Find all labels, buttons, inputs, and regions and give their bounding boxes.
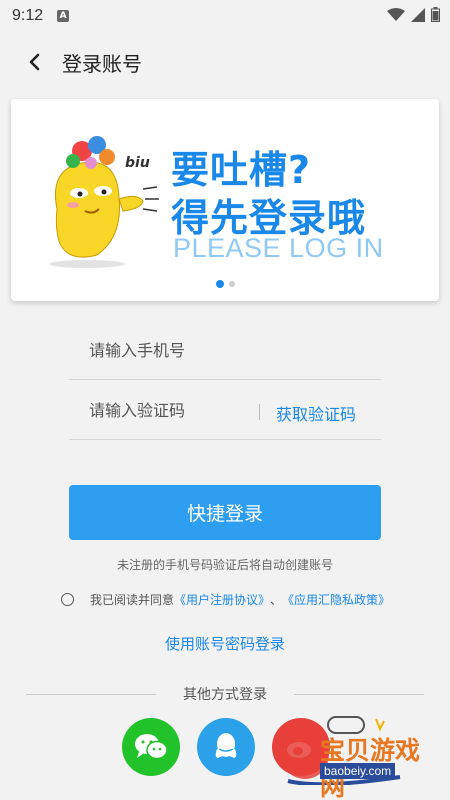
mascot-image: biu	[49, 136, 159, 268]
pagination-dot[interactable]	[228, 281, 235, 287]
banner-pagination	[11, 280, 439, 288]
phone-input[interactable]	[69, 341, 249, 360]
get-code-button[interactable]: 获取验证码	[276, 401, 356, 425]
status-time: 9:12	[12, 7, 44, 24]
account-password-login-link[interactable]: 使用账号密码登录	[0, 633, 450, 654]
page-title: 登录账号	[62, 51, 142, 76]
qq-login-button[interactable]	[197, 718, 255, 776]
status-right-icons	[387, 7, 440, 22]
pagination-dot-active[interactable]	[215, 280, 224, 288]
notification-icon: A	[57, 10, 70, 22]
phone-field	[69, 322, 381, 380]
promo-banner[interactable]: biu 要吐槽? 得先登录哦 PLEASE LOG IN	[11, 99, 439, 301]
privacy-policy-link[interactable]: 《应用汇隐私政策》	[282, 591, 390, 608]
wechat-login-button[interactable]	[122, 718, 180, 776]
svg-text:biu: biu	[125, 155, 150, 171]
other-login-divider: 其他方式登录	[26, 684, 424, 704]
field-divider	[259, 404, 260, 420]
watermark-url: baobeiy.com	[320, 763, 396, 779]
status-bar: 9:12 A	[0, 0, 450, 32]
wifi-icon	[387, 7, 405, 21]
signal-icon	[411, 7, 425, 22]
register-hint: 未注册的手机号码验证后将自动创建账号	[116, 558, 333, 572]
title-bar: 登录账号	[0, 38, 450, 86]
divider-line-right	[294, 694, 424, 695]
qq-icon	[215, 733, 237, 758]
banner-headline-1: 要吐槽?	[171, 148, 312, 192]
code-field: 获取验证码	[69, 382, 381, 440]
agreement-row: 我已阅读并同意 《用户注册协议》 、 《应用汇隐私政策》	[61, 591, 390, 608]
battery-icon	[431, 7, 440, 22]
quick-login-button[interactable]: 快捷登录	[69, 485, 381, 540]
watermark-logo: 宝贝游戏网 baobeiy.com	[280, 715, 430, 800]
verification-code-input[interactable]	[69, 401, 249, 420]
agree-prefix: 我已阅读并同意	[90, 593, 175, 607]
user-agreement-link[interactable]: 《用户注册协议》	[174, 591, 270, 608]
banner-english-text: PLEASE LOG IN	[173, 233, 384, 263]
agree-radio[interactable]	[61, 593, 74, 606]
wechat-icon	[135, 734, 168, 760]
agree-separator: 、	[270, 593, 283, 607]
back-arrow-icon[interactable]	[10, 38, 58, 86]
